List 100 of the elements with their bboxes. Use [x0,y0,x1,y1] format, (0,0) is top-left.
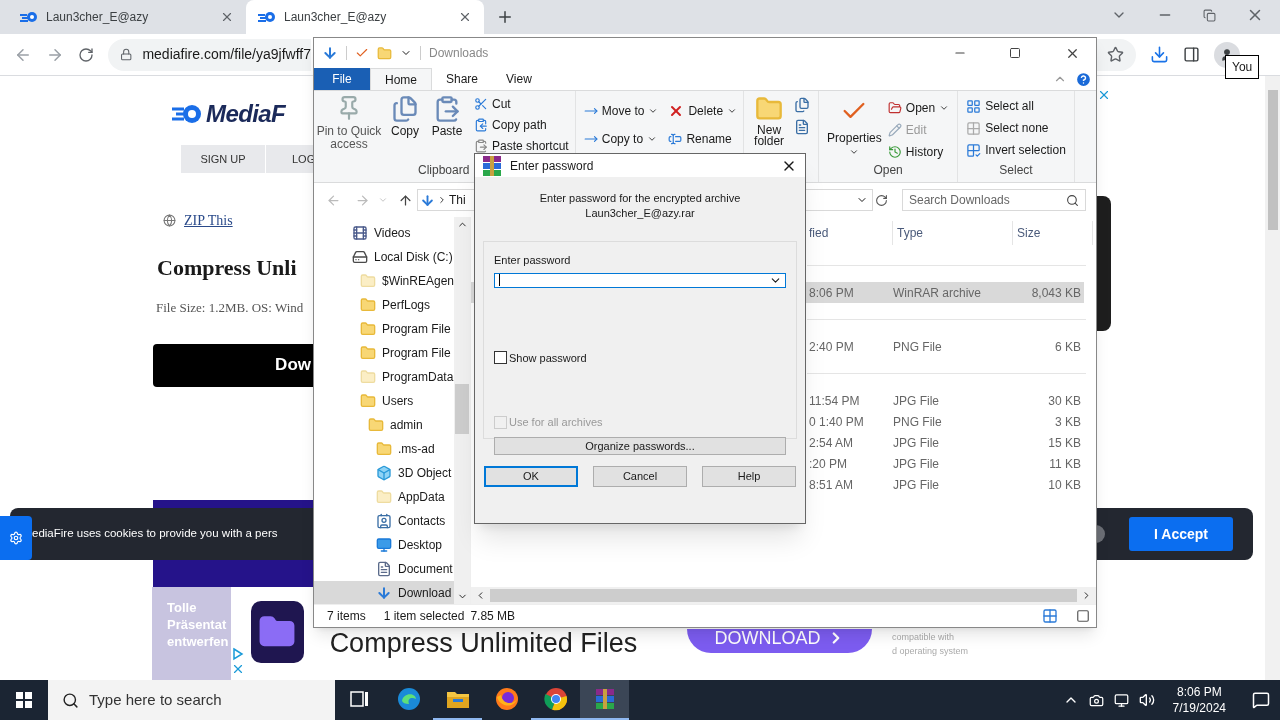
tree-scrollbar[interactable] [454,217,470,604]
new-tab-icon[interactable] [496,8,514,26]
scrollbar-thumb[interactable] [490,589,1077,602]
ribbon-button[interactable]: Copy [384,95,426,161]
flame-logo-icon [258,11,276,23]
ribbon-button[interactable]: Copy to [583,129,659,149]
ribbon-button[interactable]: Paste shortcut [474,137,569,155]
ribbon-button[interactable]: Copy path [474,116,569,134]
organize-passwords-button[interactable]: Organize passwords... [494,436,786,455]
file-tab[interactable]: File [314,68,370,90]
tree-item[interactable]: .ms-ad [314,437,454,461]
ribbon-button[interactable]: Open [887,99,950,117]
zip-this-link[interactable]: ZIP This [184,210,233,231]
checkmark-icon[interactable] [355,46,369,60]
ad-close-icon[interactable] [1097,88,1111,102]
search-field[interactable]: Search Downloads [902,189,1086,211]
ribbon-button[interactable]: Delete [668,101,738,121]
ribbon-button[interactable]: Move to [583,101,659,121]
scrollbar-thumb[interactable] [455,384,469,434]
maximize-icon[interactable] [1009,47,1021,59]
large-icons-view-icon[interactable] [1076,609,1090,623]
tree-item[interactable]: Users [314,389,454,413]
side-panel-icon[interactable] [1183,46,1200,63]
dialog-button[interactable]: Cancel [593,466,687,487]
tree-item[interactable]: Program File [314,341,454,365]
horizontal-scrollbar[interactable] [471,587,1096,604]
ad-fine-print: d operating system [891,644,968,658]
ribbon-button[interactable]: History [887,143,950,161]
ad-download-button[interactable]: DOWNLOAD [687,629,872,653]
help-icon[interactable] [1075,70,1092,88]
clock[interactable]: 8:06 PM 7/19/2024 [1172,684,1226,716]
file-info: File Size: 1.2MB. OS: Wind [156,299,305,317]
tree-item[interactable]: admin [314,413,454,437]
ribbon-button[interactable]: Rename [668,129,738,149]
dialog-button[interactable]: Help [702,466,796,487]
ad-choices-icon[interactable] [230,647,245,661]
cookie-settings-button[interactable] [0,516,32,560]
browser-tab[interactable]: Laun3cher_E@azy [246,0,484,34]
tree-item[interactable]: Download [314,581,454,604]
address-bar[interactable]: mediafire.com/file/ya9jfwff7 [108,38,311,71]
ribbon-button[interactable]: Cut [474,95,569,113]
volume-icon[interactable] [1138,692,1155,708]
ribbon-tab[interactable]: Home [370,68,432,90]
folder-icon [376,441,392,457]
bookmark-star-button[interactable] [1094,38,1136,71]
download-button[interactable]: Dow [153,343,313,387]
dialog-button[interactable]: OK [484,466,578,487]
properties-button[interactable]: Properties [827,97,882,161]
password-field[interactable] [494,272,786,288]
tree-item[interactable]: Local Disk (C:) [314,245,454,269]
tree-item[interactable]: Videos [314,221,454,245]
tree-item[interactable]: Document [314,557,454,581]
ribbon-button[interactable]: Invert selection [966,141,1066,159]
tree-item[interactable]: AppData [314,485,454,509]
tree-item[interactable]: 3D Object [314,461,454,485]
up-icon[interactable] [398,192,413,208]
ribbon-button[interactable]: Pin to Quick access [314,95,384,161]
download-icon[interactable] [1150,45,1169,64]
tree-item[interactable]: Contacts [314,509,454,533]
new-item-icon[interactable] [794,97,811,113]
grid-icon [966,142,982,158]
grid-icon [966,120,982,136]
scrollbar-thumb[interactable] [1267,90,1278,230]
column-header[interactable]: fied [809,221,893,245]
column-header[interactable]: Size [1013,221,1093,245]
camera-icon[interactable] [1088,692,1104,708]
reload-icon[interactable] [78,46,94,63]
ribbon-tab[interactable]: Share [432,68,493,90]
restore-icon[interactable] [1203,8,1216,22]
refresh-icon[interactable] [875,193,888,207]
tree-item[interactable]: Desktop [314,533,454,557]
pencil-icon [887,123,902,137]
tree-item[interactable]: Program File [314,317,454,341]
date-cell-text: 8:06 PM [809,284,855,302]
folder-app-icon [250,601,304,663]
taskbar-search-field[interactable]: Type here to search [48,680,335,720]
ribbon-button[interactable]: Select none [966,119,1066,137]
notifications-icon[interactable] [1252,691,1270,709]
ribbon-tab[interactable]: View [492,68,546,90]
folder-icon [360,369,376,385]
easy-access-icon[interactable] [794,119,811,135]
new-folder-button[interactable]: New folder [752,95,787,153]
accept-button[interactable]: I Accept [1129,517,1233,551]
checkbox-label: Show password [509,350,587,366]
date-cell-text: 0 1:40 PM [809,413,865,431]
ad-headline: Compress Unlimited Files [329,627,638,660]
tree-item[interactable]: $WinREAgen [314,269,454,293]
tree-item[interactable]: PerfLogs [314,293,454,317]
drive-icon [352,249,368,265]
column-header[interactable]: Type [893,221,1013,245]
type-cell-text: PNG File [893,413,943,431]
details-view-icon[interactable] [1042,608,1058,624]
field-label: Enter password [494,253,572,268]
close-icon[interactable] [458,10,472,24]
tree-item[interactable]: ProgramData [314,365,454,389]
network-icon[interactable] [1113,692,1129,708]
checkbox[interactable] [494,351,507,365]
ribbon-button[interactable]: Select all [966,97,1066,115]
nav-button[interactable]: SIGN UP [181,145,265,173]
ribbon-button[interactable]: Paste [426,95,468,161]
